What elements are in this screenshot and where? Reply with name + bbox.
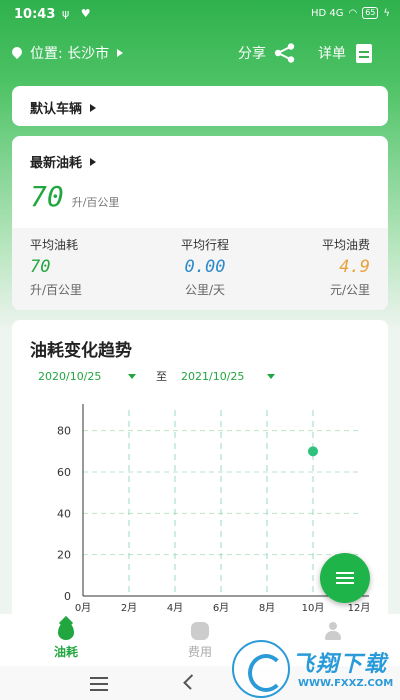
default-vehicle-label: 默认车辆: [30, 102, 83, 117]
y-tick-label: 0: [64, 590, 71, 603]
recent-apps-icon[interactable]: [90, 677, 108, 695]
location-selector[interactable]: 位置: 长沙市: [12, 43, 124, 63]
caret-right-icon: [117, 49, 124, 57]
charging-icon: ϟ: [383, 7, 390, 19]
share-button[interactable]: 分享: [238, 43, 296, 63]
stat-value: 0.00: [184, 257, 226, 277]
status-bar: 10:43 ψ ♥ HD 4G ◠ 65 ϟ: [0, 0, 400, 30]
status-right-icons: HD 4G ◠ 65 ϟ: [311, 7, 390, 19]
menu-line-icon: [336, 572, 354, 574]
fuel-consumption-card: 最新油耗 70 升/百公里 平均油耗 70 升/百公里 平均行程 0.00 公里…: [12, 136, 388, 310]
stat-avg-fuel-cost: 平均油费 4.9 元/公里: [322, 236, 370, 298]
stat-unit: 元/公里: [329, 283, 370, 297]
status-time: 10:43: [14, 7, 56, 22]
nav-expense-label: 费用: [187, 645, 212, 659]
stats-panel: 平均油耗 70 升/百公里 平均行程 0.00 公里/天 平均油费 4.9 元/…: [12, 228, 388, 310]
share-label: 分享: [238, 46, 266, 62]
caret-right-icon: [90, 103, 97, 112]
stat-avg-consumption: 平均油耗 70 升/百公里: [30, 236, 82, 298]
stat-unit: 公里/天: [184, 283, 226, 297]
nav-expense[interactable]: 费用: [160, 622, 240, 660]
document-icon: [356, 43, 372, 63]
y-tick-label: 60: [57, 466, 71, 479]
app-header: 位置: 长沙市 分享 详单: [0, 38, 400, 68]
back-icon[interactable]: [183, 674, 199, 690]
stat-title: 平均行程: [180, 238, 229, 252]
money-bag-icon: [191, 622, 209, 640]
wifi-icon: ◠: [348, 7, 358, 19]
location-pin-icon: [12, 47, 22, 59]
battery-icon: 65: [362, 7, 379, 19]
latest-consumption-link[interactable]: 最新油耗: [30, 152, 97, 171]
y-tick-label: 40: [57, 507, 71, 520]
x-tick-label: 2月: [121, 602, 137, 614]
stat-title: 平均油耗: [30, 238, 79, 252]
stat-value: 70: [30, 257, 51, 277]
y-tick-label: 20: [57, 549, 71, 562]
stat-value: 4.9: [339, 257, 370, 277]
watermark-text: 飞翔下载: [292, 652, 389, 677]
latest-consumption-title: 最新油耗: [30, 156, 83, 171]
watermark-circle-icon: [232, 640, 290, 698]
share-icon: [274, 43, 295, 63]
data-point: [308, 446, 318, 457]
status-notification-icons: ψ ♥: [62, 7, 95, 20]
stat-avg-distance: 平均行程 0.00 公里/天: [170, 236, 240, 298]
y-tick-label: 80: [57, 425, 71, 438]
menu-fab-button[interactable]: [320, 553, 370, 603]
stat-unit: 升/百公里: [30, 283, 83, 297]
watermark-logo: 飞翔下载 WWW.FXXZ.COM: [232, 640, 398, 698]
signal-icon: HD 4G: [310, 7, 344, 19]
x-tick-label: 0月: [75, 602, 91, 614]
nav-fuel[interactable]: 油耗: [26, 622, 106, 660]
menu-line-icon: [336, 577, 354, 579]
x-tick-label: 10月: [302, 602, 325, 614]
location-label: 位置: 长沙市: [30, 46, 110, 62]
latest-consumption-unit: 升/百公里: [71, 196, 120, 209]
nav-fuel-label: 油耗: [53, 645, 78, 659]
detail-list-button[interactable]: 详单: [318, 43, 372, 63]
x-tick-label: 12月: [348, 602, 371, 614]
x-tick-label: 6月: [213, 602, 229, 614]
stat-title: 平均油费: [321, 238, 370, 252]
fuel-drop-icon: [58, 622, 74, 640]
detail-label: 详单: [318, 46, 346, 62]
latest-consumption-value: 70: [30, 180, 64, 213]
caret-right-icon: [90, 157, 97, 166]
default-vehicle-card[interactable]: 默认车辆: [12, 86, 388, 126]
x-tick-label: 8月: [259, 602, 275, 614]
x-tick-label: 4月: [167, 602, 183, 614]
menu-line-icon: [336, 582, 354, 584]
watermark-url: WWW.FXXZ.COM: [298, 678, 394, 689]
person-icon: [324, 622, 342, 640]
